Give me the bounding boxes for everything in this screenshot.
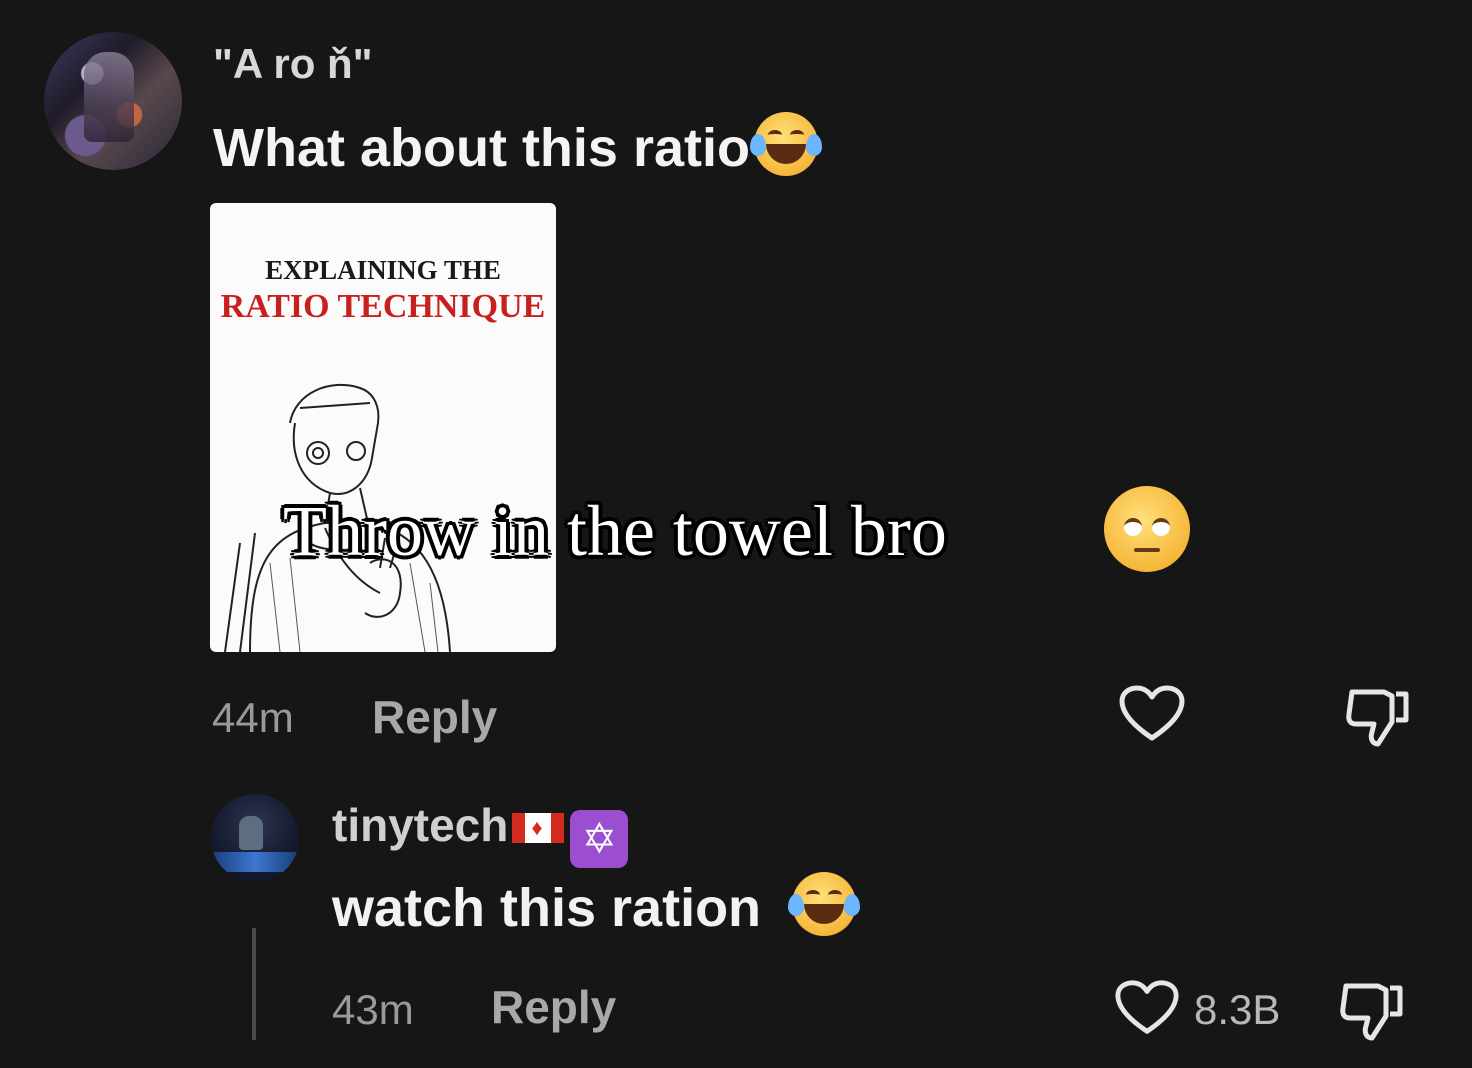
face-with-tears-of-joy-icon <box>749 112 822 176</box>
thumbs-down-icon[interactable] <box>1338 978 1408 1049</box>
reply-username[interactable]: tinytech ✡ <box>332 798 629 868</box>
image-title-line1: EXPLAINING THE <box>265 255 501 285</box>
reply-text-content: watch this ration <box>332 878 762 938</box>
avatar[interactable] <box>44 32 182 170</box>
comment-timestamp: 44m <box>212 694 294 741</box>
comment-text: What about this ratio <box>213 112 822 179</box>
comment-text-content: What about this ratio <box>213 118 750 178</box>
reply-avatar[interactable] <box>211 794 299 882</box>
star-of-david-icon: ✡ <box>570 810 629 868</box>
pensive-face-icon <box>1104 486 1190 572</box>
image-title-line2: RATIO TECHNIQUE <box>220 288 546 325</box>
comment-image[interactable]: EXPLAINING THE RATIO TECHNIQUE <box>210 203 556 652</box>
face-with-tears-of-joy-icon <box>788 872 861 936</box>
reply-reply-button[interactable]: Reply <box>491 980 616 1034</box>
heart-icon[interactable] <box>1114 978 1180 1043</box>
reply-button[interactable]: Reply <box>372 690 497 744</box>
canada-flag-icon <box>512 813 565 843</box>
reply-timestamp: 43m <box>332 986 414 1033</box>
thumbs-down-icon[interactable] <box>1344 684 1414 755</box>
overlay-caption: Throw in the towel bro <box>283 491 947 571</box>
heart-icon[interactable] <box>1118 684 1186 749</box>
reply-username-text: tinytech <box>332 799 509 851</box>
reply-text: watch this ration <box>332 872 861 939</box>
comment-username[interactable]: "A ro ň" <box>213 40 373 88</box>
like-count: 8.3B <box>1194 986 1281 1033</box>
thread-line <box>252 928 256 1040</box>
